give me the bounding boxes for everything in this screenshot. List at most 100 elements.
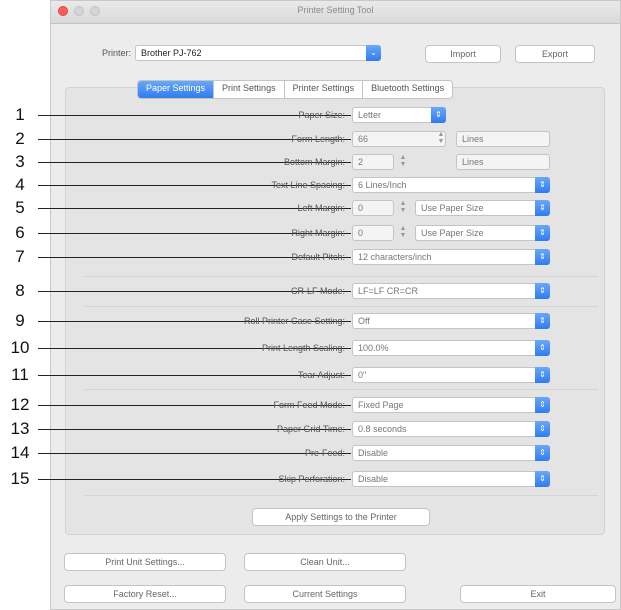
- print-length-scaling-select[interactable]: 100.0% ⇕: [352, 340, 550, 356]
- chevron-updown-icon: ⇕: [535, 397, 550, 413]
- paper-grid-time-label: Paper Grid Time:: [276, 424, 345, 434]
- form-feed-mode-select[interactable]: Fixed Page ⇕: [352, 397, 550, 413]
- pre-feed-value: Disable: [358, 448, 389, 458]
- skip-perforation-select[interactable]: Disable ⇕: [352, 471, 550, 487]
- pre-feed-label: Pre-Feed:: [304, 448, 345, 458]
- stepper-icon[interactable]: ▲ ▼: [398, 154, 408, 170]
- current-settings-button[interactable]: Current Settings: [244, 585, 406, 603]
- paper-size-select[interactable]: Letter ⇕: [352, 107, 446, 123]
- separator: [84, 306, 598, 307]
- export-button[interactable]: Export: [515, 45, 595, 63]
- chevron-updown-icon: ⇕: [535, 225, 550, 241]
- callout-number: 6: [15, 223, 25, 242]
- tear-adjust-select[interactable]: 0" ⇕: [352, 367, 550, 383]
- right-margin-unit-select[interactable]: Use Paper Size ⇕: [415, 225, 550, 241]
- form-length-unit-value: Lines: [462, 134, 484, 144]
- bottom-margin-value: 2: [358, 157, 364, 167]
- print-unit-settings-button[interactable]: Print Unit Settings...: [64, 553, 226, 571]
- paper-size-label: Paper Size:: [298, 110, 345, 120]
- bottom-margin-label: Bottom Margin:: [283, 157, 345, 167]
- right-margin-input[interactable]: 0: [352, 225, 394, 241]
- callout-number: 3: [15, 152, 25, 171]
- form-length-unit-select[interactable]: Lines: [456, 131, 550, 147]
- stepper-icon[interactable]: ▲ ▼: [398, 200, 408, 216]
- text-line-spacing-select[interactable]: 6 Lines/Inch ⇕: [352, 177, 550, 193]
- printer-select-value: Brother PJ-762: [141, 48, 202, 58]
- callout-number: 9: [15, 311, 25, 330]
- callout-number: 8: [15, 281, 25, 300]
- callout-number: 12: [10, 395, 30, 414]
- tear-adjust-value: 0": [358, 370, 367, 380]
- exit-button[interactable]: Exit: [460, 585, 616, 603]
- form-length-label: Form Length:: [291, 134, 345, 144]
- bottom-margin-unit-select[interactable]: Lines: [456, 154, 550, 170]
- left-margin-unit-select[interactable]: Use Paper Size ⇕: [415, 200, 550, 216]
- form-length-value: 66: [358, 134, 369, 144]
- callout-number: 14: [10, 443, 30, 462]
- callout-number: 13: [10, 419, 30, 438]
- printer-label: Printer:: [101, 48, 131, 58]
- chevron-updown-icon: ⇕: [535, 471, 550, 487]
- chevron-updown-icon: ⇕: [535, 367, 550, 383]
- separator: [84, 389, 598, 390]
- stepper-icon[interactable]: ▲ ▼: [398, 225, 408, 241]
- clean-unit-button[interactable]: Clean Unit...: [244, 553, 406, 571]
- form-length-input[interactable]: 66: [352, 131, 446, 147]
- paper-grid-time-select[interactable]: 0.8 seconds ⇕: [352, 421, 550, 437]
- left-margin-value: 0: [358, 203, 364, 213]
- printer-select[interactable]: Brother PJ-762 ⌄: [135, 45, 381, 61]
- chevron-updown-icon: ⇕: [535, 340, 550, 356]
- callout-number: 15: [10, 469, 30, 488]
- callout-number: 4: [15, 175, 25, 194]
- form-feed-mode-value: Fixed Page: [358, 400, 404, 410]
- chevron-updown-icon: ⇕: [535, 421, 550, 437]
- chevron-down-icon: ⌄: [366, 45, 381, 61]
- form-feed-mode-label: Form Feed Mode:: [273, 400, 345, 410]
- tear-adjust-label: Tear Adjust:: [297, 370, 345, 380]
- pre-feed-select[interactable]: Disable ⇕: [352, 445, 550, 461]
- chevron-updown-icon: ⇕: [535, 445, 550, 461]
- skip-perforation-value: Disable: [358, 474, 389, 484]
- tab-bluetooth-settings[interactable]: Bluetooth Settings: [362, 81, 452, 98]
- window-title: Printer Setting Tool: [297, 5, 374, 15]
- bottom-margin-input[interactable]: 2: [352, 154, 394, 170]
- callout-number: 7: [15, 247, 25, 266]
- cr-lf-mode-label: CR-LF Mode:: [290, 286, 345, 296]
- chevron-updown-icon: ⇕: [431, 107, 446, 123]
- left-margin-input[interactable]: 0: [352, 200, 394, 216]
- tab-printer-settings[interactable]: Printer Settings: [283, 81, 363, 98]
- separator: [84, 495, 598, 496]
- tab-print-settings[interactable]: Print Settings: [213, 81, 284, 98]
- tab-paper-settings[interactable]: Paper Settings: [138, 81, 214, 98]
- apply-settings-button[interactable]: Apply Settings to the Printer: [252, 508, 430, 526]
- default-pitch-label: Default Pitch:: [291, 252, 345, 262]
- right-margin-unit-value: Use Paper Size: [421, 228, 484, 238]
- text-line-spacing-label: Text Line Spacing:: [271, 180, 345, 190]
- separator: [84, 276, 598, 277]
- factory-reset-button[interactable]: Factory Reset...: [64, 585, 226, 603]
- skip-perforation-label: Skip Perforation:: [278, 474, 345, 484]
- chevron-updown-icon: ⇕: [535, 177, 550, 193]
- roll-printer-case-value: Off: [358, 316, 370, 326]
- cr-lf-mode-select[interactable]: LF=LF CR=CR ⇕: [352, 283, 550, 299]
- callout-number: 11: [11, 365, 29, 384]
- paper-grid-time-value: 0.8 seconds: [358, 424, 407, 434]
- chevron-updown-icon: ⇕: [535, 283, 550, 299]
- roll-printer-case-select[interactable]: Off ⇕: [352, 313, 550, 329]
- roll-printer-case-label: Roll Printer Case Setting:: [243, 316, 345, 326]
- bottom-margin-unit-value: Lines: [462, 157, 484, 167]
- cr-lf-mode-value: LF=LF CR=CR: [358, 286, 419, 296]
- right-margin-value: 0: [358, 228, 364, 238]
- default-pitch-value: 12 characters/inch: [358, 252, 432, 262]
- chevron-updown-icon: ⇕: [535, 313, 550, 329]
- import-button[interactable]: Import: [425, 45, 501, 63]
- left-margin-label: Left Margin:: [297, 203, 345, 213]
- title-bar: Printer Setting Tool: [51, 1, 620, 24]
- callout-number: 5: [15, 198, 25, 217]
- callout-number: 10: [10, 338, 30, 357]
- paper-size-value: Letter: [358, 110, 382, 120]
- stepper-icon[interactable]: ▲ ▼: [436, 131, 446, 147]
- callout-number: 2: [15, 129, 25, 148]
- default-pitch-select[interactable]: 12 characters/inch ⇕: [352, 249, 550, 265]
- chevron-updown-icon: ⇕: [535, 249, 550, 265]
